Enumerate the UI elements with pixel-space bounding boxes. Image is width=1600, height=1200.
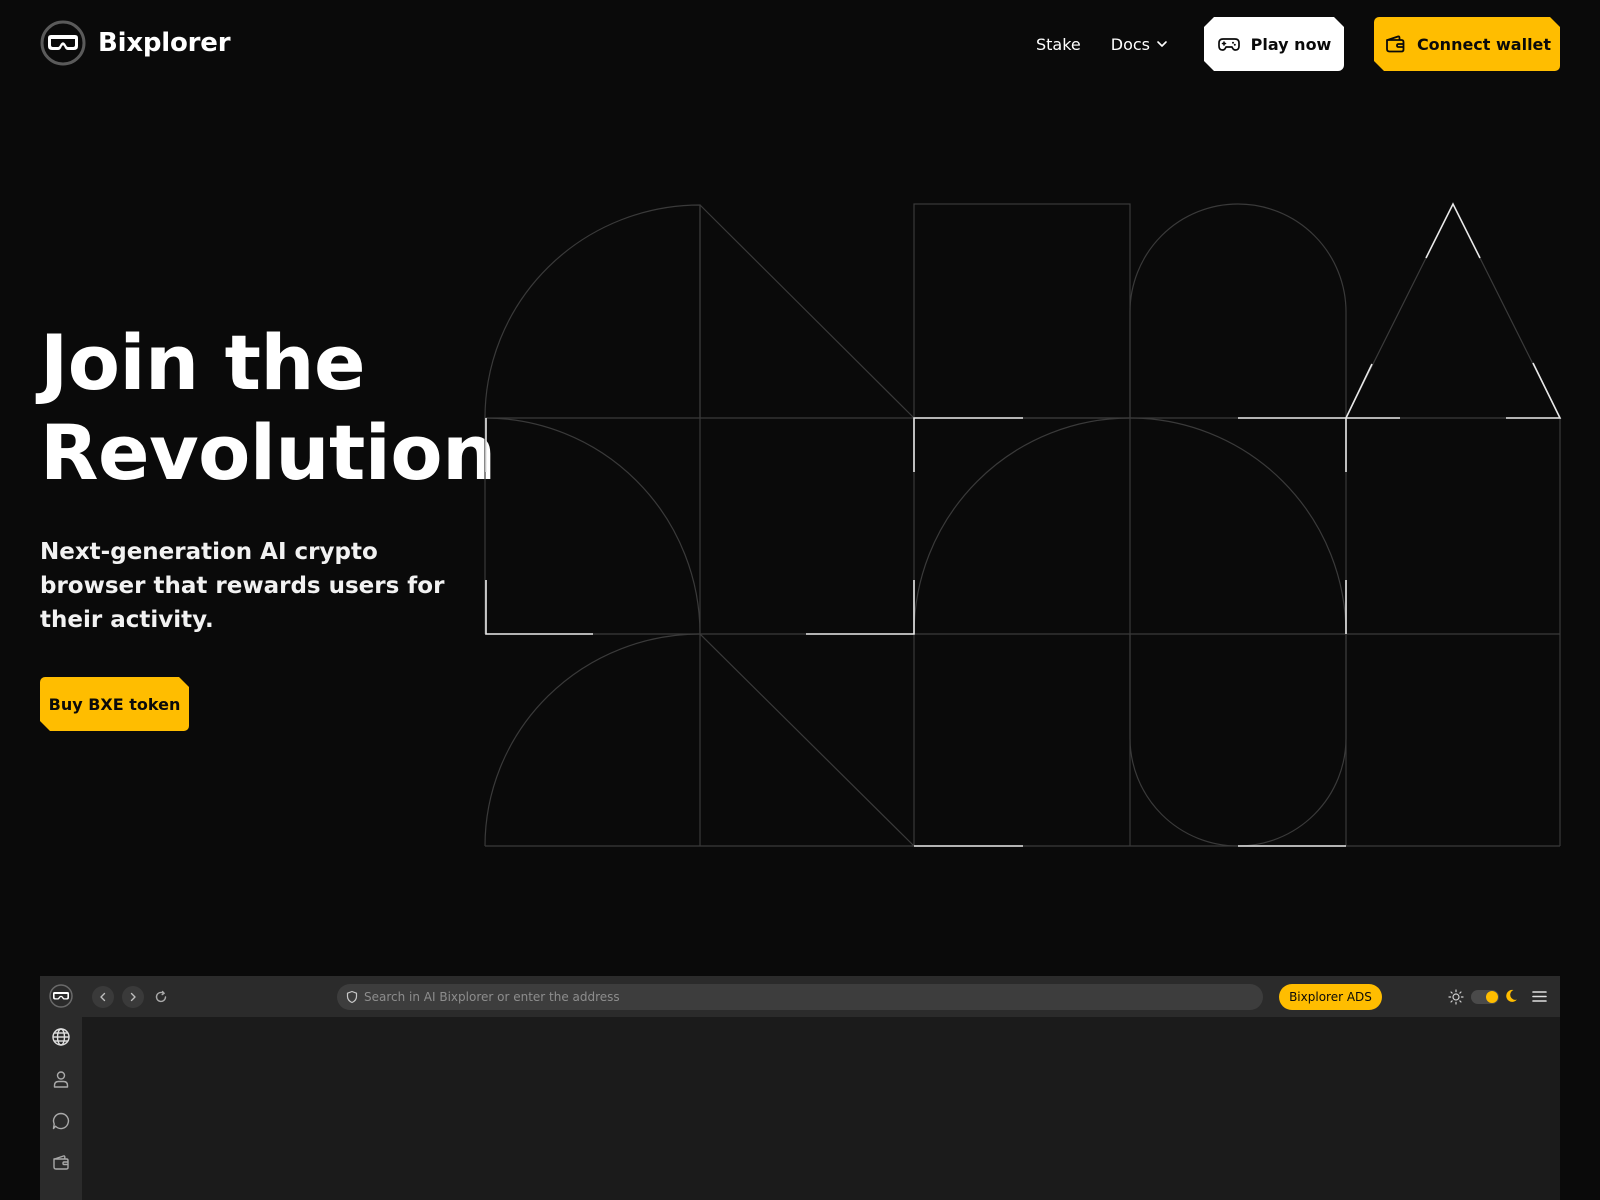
wallet-icon[interactable] — [51, 1152, 71, 1172]
sun-icon[interactable] — [1448, 989, 1464, 1005]
connect-wallet-label: Connect wallet — [1416, 34, 1552, 54]
chevron-down-icon — [1157, 41, 1167, 47]
wallet-icon — [1383, 32, 1407, 56]
hero-title-line1: Join the — [40, 318, 366, 407]
moon-icon[interactable] — [1503, 988, 1519, 1004]
hero-subtitle: Next-generation AI crypto browser that r… — [40, 539, 445, 633]
browser-toolbar: Bixplorer ADS — [40, 976, 1560, 1017]
buy-token-label: Buy BXE token — [48, 694, 181, 714]
brand-name: Bixplorer — [98, 28, 231, 58]
vr-headset-icon — [40, 20, 86, 66]
chevron-left-icon — [100, 992, 106, 1002]
reload-icon[interactable] — [153, 989, 169, 1005]
address-bar[interactable] — [337, 984, 1263, 1010]
brand-logo[interactable]: Bixplorer — [40, 20, 231, 66]
user-icon[interactable] — [51, 1069, 71, 1089]
nav-docs-dropdown[interactable]: Docs — [1111, 35, 1168, 54]
nav-stake-link[interactable]: Stake — [1036, 35, 1081, 54]
vr-headset-icon[interactable] — [49, 984, 73, 1008]
back-button[interactable] — [92, 986, 114, 1008]
browser-mockup: Bixplorer ADS — [40, 976, 1560, 1200]
chevron-right-icon — [130, 992, 136, 1002]
connect-wallet-button[interactable]: Connect wallet — [1374, 17, 1560, 71]
forward-button[interactable] — [122, 986, 144, 1008]
menu-icon[interactable] — [1531, 988, 1548, 1005]
shield-icon — [346, 990, 358, 1004]
chat-icon[interactable] — [51, 1111, 71, 1131]
hero-title-line2: Revolution — [40, 408, 496, 497]
ads-label: Bixplorer ADS — [1289, 990, 1372, 1004]
nav-docs-label: Docs — [1110, 34, 1150, 54]
globe-icon[interactable] — [51, 1027, 71, 1047]
search-input[interactable] — [364, 990, 1244, 1004]
ads-button[interactable]: Bixplorer ADS — [1279, 984, 1382, 1010]
top-nav: Stake Docs Play now Connect wallet — [1036, 17, 1560, 71]
play-now-label: Play now — [1250, 34, 1332, 54]
buy-token-button[interactable]: Buy BXE token — [40, 677, 189, 731]
play-now-button[interactable]: Play now — [1204, 17, 1344, 71]
nav-stake-label: Stake — [1035, 34, 1081, 54]
theme-toggle[interactable] — [1471, 990, 1499, 1004]
theme-toggle-knob — [1486, 991, 1498, 1003]
browser-sidebar — [40, 1017, 82, 1200]
landing-page: Bixplorer Stake Docs Play now Connect wa… — [0, 0, 1600, 1200]
hero-title: Join the Revolution — [40, 318, 496, 498]
gamepad-icon — [1217, 32, 1241, 56]
